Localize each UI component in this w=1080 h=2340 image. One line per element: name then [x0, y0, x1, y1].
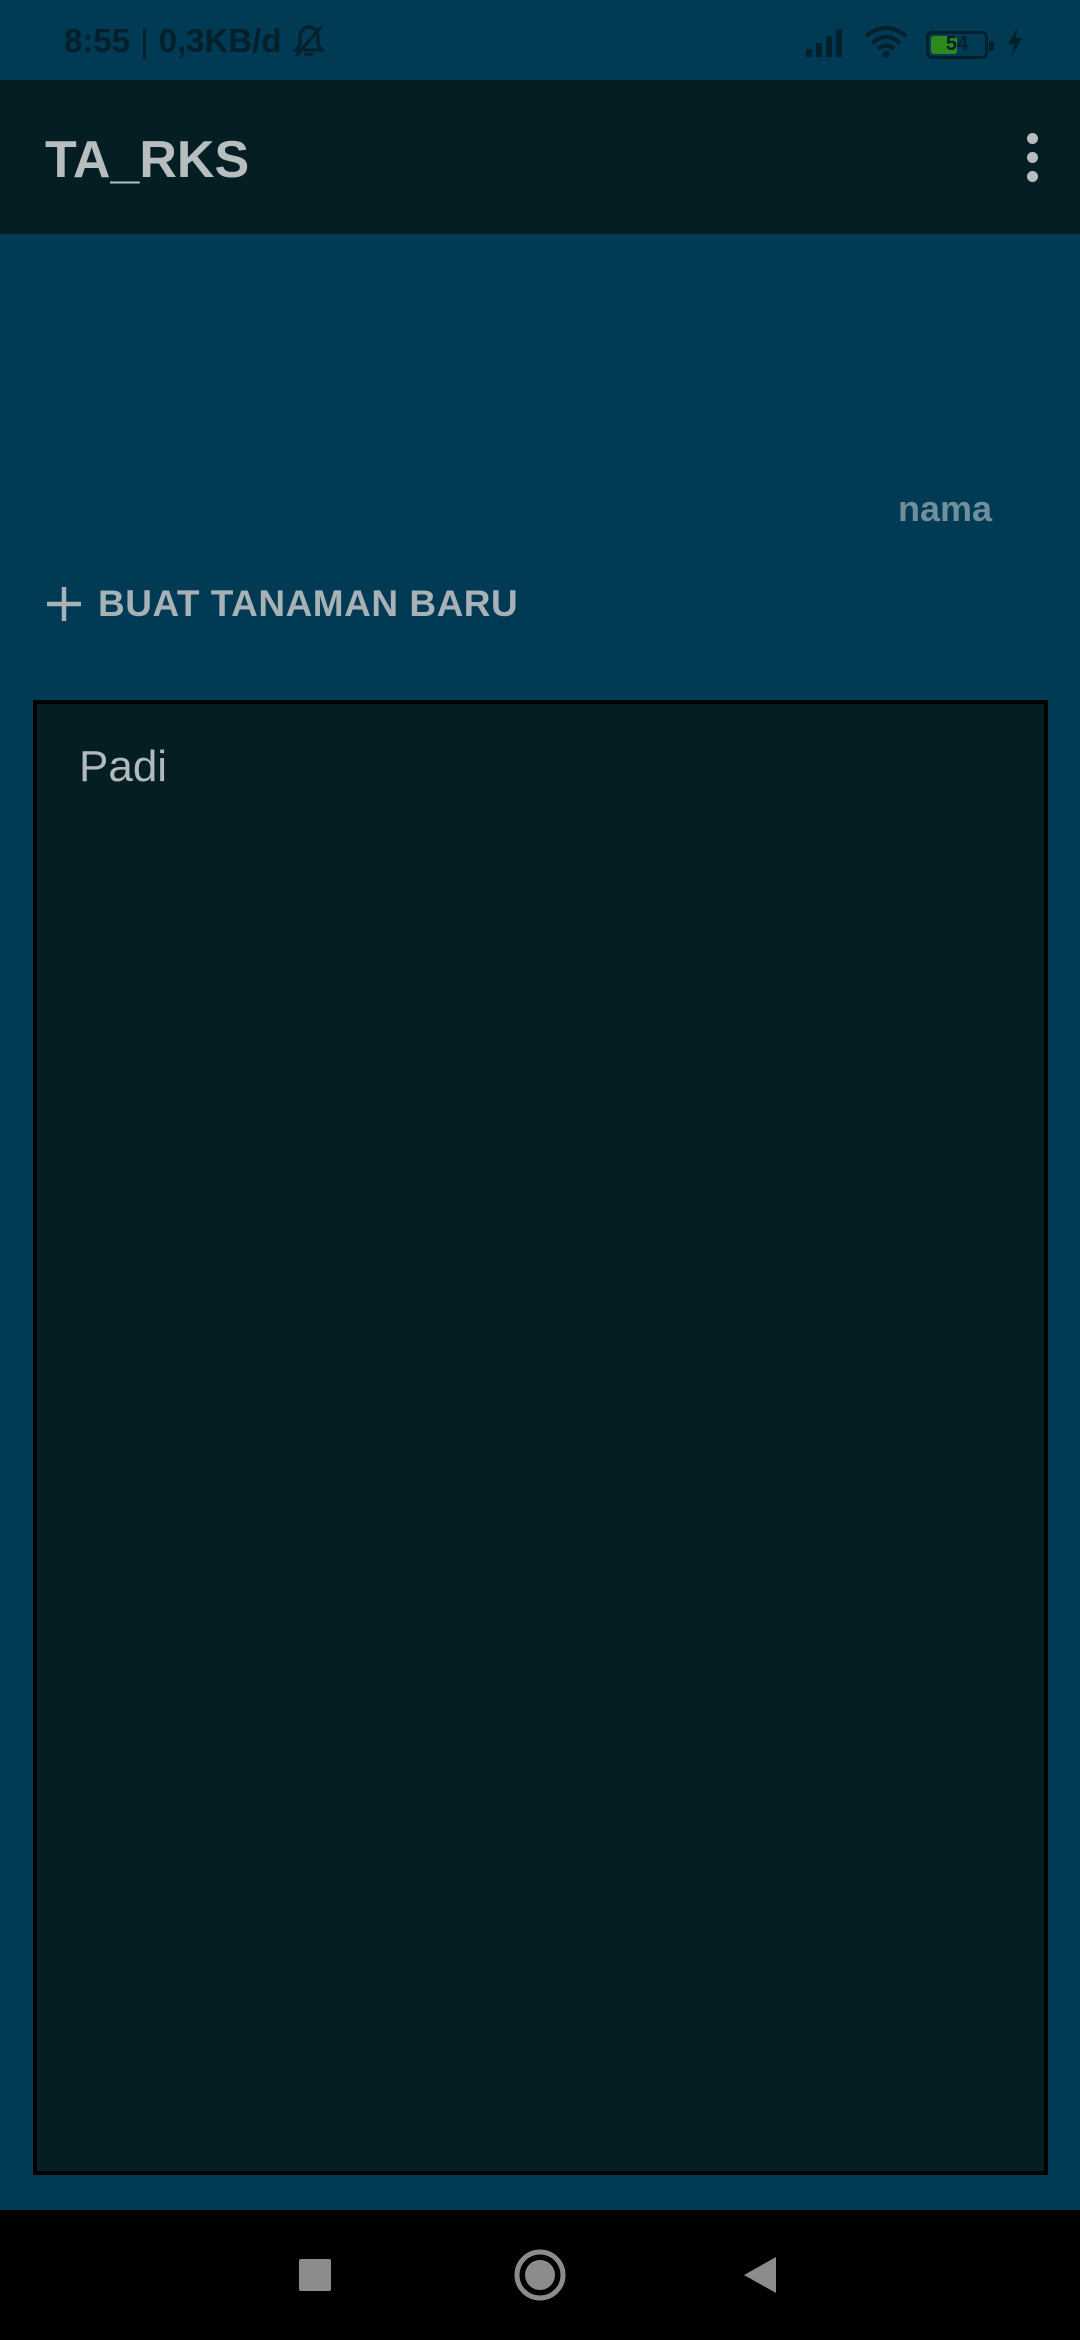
- network-speed: 0,3KB/d: [158, 22, 282, 59]
- app-title: TA_RKS: [45, 131, 250, 189]
- status-left: 8:55 | 0,3KB/d: [64, 22, 326, 60]
- status-time: 8:55: [64, 22, 131, 59]
- battery-icon: 54: [926, 30, 994, 59]
- plant-list-item[interactable]: Padi: [79, 742, 167, 792]
- status-bar: 8:55 | 0,3KB/d 54: [0, 0, 1080, 80]
- plus-icon: [44, 584, 84, 624]
- navigation-bar: [0, 2210, 1080, 2340]
- menu-dot: [1026, 170, 1038, 182]
- status-separator: |: [140, 22, 149, 59]
- menu-dot: [1026, 151, 1038, 163]
- name-label: nama: [897, 488, 992, 529]
- screen: 8:55 | 0,3KB/d 54 TA_RKS nama BUAT TANAM…: [0, 0, 1080, 2340]
- recents-square-icon[interactable]: [265, 2210, 365, 2340]
- new-plant-label: BUAT TANAMAN BARU: [98, 583, 519, 624]
- menu-dot: [1026, 132, 1038, 144]
- status-right: 54: [804, 26, 1024, 63]
- home-circle-icon[interactable]: [490, 2210, 590, 2340]
- more-vert-icon[interactable]: [1006, 126, 1058, 188]
- app-bar: TA_RKS: [0, 80, 1080, 234]
- plant-list[interactable]: Padi: [33, 700, 1048, 2175]
- new-plant-button[interactable]: BUAT TANAMAN BARU: [44, 572, 518, 636]
- back-triangle-icon[interactable]: [710, 2210, 810, 2340]
- battery-level: 54: [945, 33, 969, 55]
- charging-icon: [1006, 27, 1024, 62]
- wifi-icon: [864, 26, 908, 63]
- signal-icon: [804, 27, 846, 62]
- bell-muted-icon: [292, 23, 326, 59]
